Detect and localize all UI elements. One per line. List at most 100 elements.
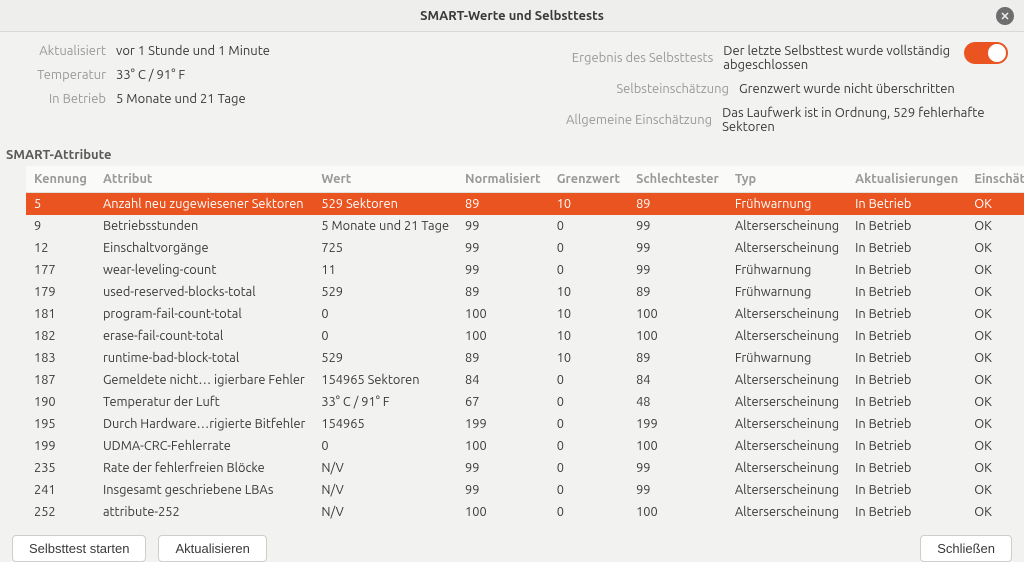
table-cell: In Betrieb bbox=[847, 347, 966, 369]
table-cell: OK bbox=[966, 259, 1024, 281]
label-selftest-result: Ergebnis des Selbsttests bbox=[539, 51, 713, 65]
col-header[interactable]: Aktualisierungen bbox=[847, 166, 966, 193]
table-cell: 0 bbox=[549, 501, 628, 523]
col-header[interactable]: Grenzwert bbox=[549, 166, 628, 193]
table-cell: In Betrieb bbox=[847, 325, 966, 347]
table-cell: wear-leveling-count bbox=[95, 259, 313, 281]
table-cell: In Betrieb bbox=[847, 413, 966, 435]
table-cell: In Betrieb bbox=[847, 259, 966, 281]
table-row[interactable]: 183runtime-bad-block-total529891089Frühw… bbox=[26, 347, 1024, 369]
table-cell: 100 bbox=[628, 303, 727, 325]
table-cell: OK bbox=[966, 303, 1024, 325]
col-header[interactable]: Normalisiert bbox=[457, 166, 549, 193]
table-cell: 183 bbox=[26, 347, 95, 369]
table-cell: Frühwarnung bbox=[727, 193, 847, 216]
smart-toggle[interactable] bbox=[964, 42, 1008, 64]
table-row[interactable]: 177wear-leveling-count1199099Frühwarnung… bbox=[26, 259, 1024, 281]
table-row[interactable]: 5Anzahl neu zugewiesener Sektoren529 Sek… bbox=[26, 193, 1024, 216]
table-cell: OK bbox=[966, 215, 1024, 237]
table-cell: OK bbox=[966, 237, 1024, 259]
table-cell: In Betrieb bbox=[847, 193, 966, 216]
table-row[interactable]: 199UDMA-CRC-Fehlerrate01000100Altersersc… bbox=[26, 435, 1024, 457]
table-cell: In Betrieb bbox=[847, 457, 966, 479]
table-cell: 0 bbox=[549, 435, 628, 457]
col-header[interactable]: Kennung bbox=[26, 166, 95, 193]
table-cell: Frühwarnung bbox=[727, 259, 847, 281]
table-row[interactable]: 241Insgesamt geschriebene LBAsN/V99099Al… bbox=[26, 479, 1024, 501]
col-header[interactable]: Wert bbox=[313, 166, 457, 193]
table-cell: 529 Sektoren bbox=[313, 193, 457, 216]
table-row[interactable]: 181program-fail-count-total010010100Alte… bbox=[26, 303, 1024, 325]
table-cell: 0 bbox=[549, 369, 628, 391]
table-cell: In Betrieb bbox=[847, 369, 966, 391]
table-cell: In Betrieb bbox=[847, 237, 966, 259]
table-cell: 100 bbox=[628, 325, 727, 347]
table-cell: 0 bbox=[313, 303, 457, 325]
table-row[interactable]: 252attribute-252N/V1000100Alterserschein… bbox=[26, 501, 1024, 523]
table-cell: 99 bbox=[628, 479, 727, 501]
table-cell: 100 bbox=[457, 303, 549, 325]
col-header[interactable]: Attribut bbox=[95, 166, 313, 193]
label-overall-assessment: Allgemeine Einschätzung bbox=[539, 113, 712, 127]
table-cell: 9 bbox=[26, 215, 95, 237]
table-cell: 89 bbox=[628, 281, 727, 303]
table-cell: UDMA-CRC-Fehlerrate bbox=[95, 435, 313, 457]
value-powered-on: 5 Monate und 21 Tage bbox=[116, 92, 246, 106]
refresh-button[interactable]: Aktualisieren bbox=[158, 535, 266, 562]
close-button[interactable]: Schließen bbox=[920, 535, 1012, 562]
col-header[interactable]: Typ bbox=[727, 166, 847, 193]
table-cell: 99 bbox=[457, 479, 549, 501]
table-cell: program-fail-count-total bbox=[95, 303, 313, 325]
table-cell: Einschaltvorgänge bbox=[95, 237, 313, 259]
table-row[interactable]: 235Rate der fehlerfreien BlöckeN/V99099A… bbox=[26, 457, 1024, 479]
table-cell: In Betrieb bbox=[847, 391, 966, 413]
table-cell: attribute-252 bbox=[95, 501, 313, 523]
table-cell: Insgesamt geschriebene LBAs bbox=[95, 479, 313, 501]
table-row[interactable]: 9Betriebsstunden5 Monate und 21 Tage9909… bbox=[26, 215, 1024, 237]
table-cell: OK bbox=[966, 501, 1024, 523]
table-cell: used-reserved-blocks-total bbox=[95, 281, 313, 303]
close-icon[interactable]: ✕ bbox=[996, 7, 1014, 25]
table-cell: 99 bbox=[457, 259, 549, 281]
table-cell: 100 bbox=[457, 325, 549, 347]
table-cell: Alterserscheinung bbox=[727, 479, 847, 501]
col-header[interactable]: Einschätzung bbox=[966, 166, 1024, 193]
table-cell: Alterserscheinung bbox=[727, 501, 847, 523]
value-overall-assessment: Das Laufwerk ist in Ordnung, 529 fehlerh… bbox=[722, 106, 1012, 134]
table-cell: 5 bbox=[26, 193, 95, 216]
table-row[interactable]: 187Gemeldete nicht… igierbare Fehler1549… bbox=[26, 369, 1024, 391]
table-cell: 235 bbox=[26, 457, 95, 479]
col-header[interactable]: Schlechtester bbox=[628, 166, 727, 193]
table-row[interactable]: 179used-reserved-blocks-total529891089Fr… bbox=[26, 281, 1024, 303]
table-row[interactable]: 182erase-fail-count-total010010100Alters… bbox=[26, 325, 1024, 347]
table-row[interactable]: 12Einschaltvorgänge72599099Alterserschei… bbox=[26, 237, 1024, 259]
table-cell: Betriebsstunden bbox=[95, 215, 313, 237]
table-cell: In Betrieb bbox=[847, 479, 966, 501]
table-cell: 99 bbox=[628, 457, 727, 479]
table-cell: OK bbox=[966, 435, 1024, 457]
table-cell: 12 bbox=[26, 237, 95, 259]
table-row[interactable]: 195Durch Hardware…rigierte Bitfehler1549… bbox=[26, 413, 1024, 435]
label-self-assessment: Selbsteinschätzung bbox=[539, 82, 729, 96]
table-cell: 10 bbox=[549, 193, 628, 216]
table-cell: 10 bbox=[549, 303, 628, 325]
table-cell: 100 bbox=[628, 501, 727, 523]
selftest-button[interactable]: Selbsttest starten bbox=[12, 535, 146, 562]
table-cell: OK bbox=[966, 479, 1024, 501]
table-cell: OK bbox=[966, 391, 1024, 413]
table-cell: 182 bbox=[26, 325, 95, 347]
label-updated: Aktualisiert bbox=[6, 44, 106, 58]
table-cell: 252 bbox=[26, 501, 95, 523]
table-cell: 89 bbox=[457, 281, 549, 303]
value-updated: vor 1 Stunde und 1 Minute bbox=[116, 44, 270, 58]
table-cell: 100 bbox=[628, 435, 727, 457]
table-cell: In Betrieb bbox=[847, 215, 966, 237]
table-cell: 99 bbox=[628, 237, 727, 259]
table-row[interactable]: 190Temperatur der Luft33° C / 91° F67048… bbox=[26, 391, 1024, 413]
table-cell: N/V bbox=[313, 457, 457, 479]
footer: Selbsttest starten Aktualisieren Schließ… bbox=[0, 523, 1024, 562]
table-cell: erase-fail-count-total bbox=[95, 325, 313, 347]
table-cell: In Betrieb bbox=[847, 435, 966, 457]
table-cell: 0 bbox=[549, 237, 628, 259]
table-cell: 190 bbox=[26, 391, 95, 413]
